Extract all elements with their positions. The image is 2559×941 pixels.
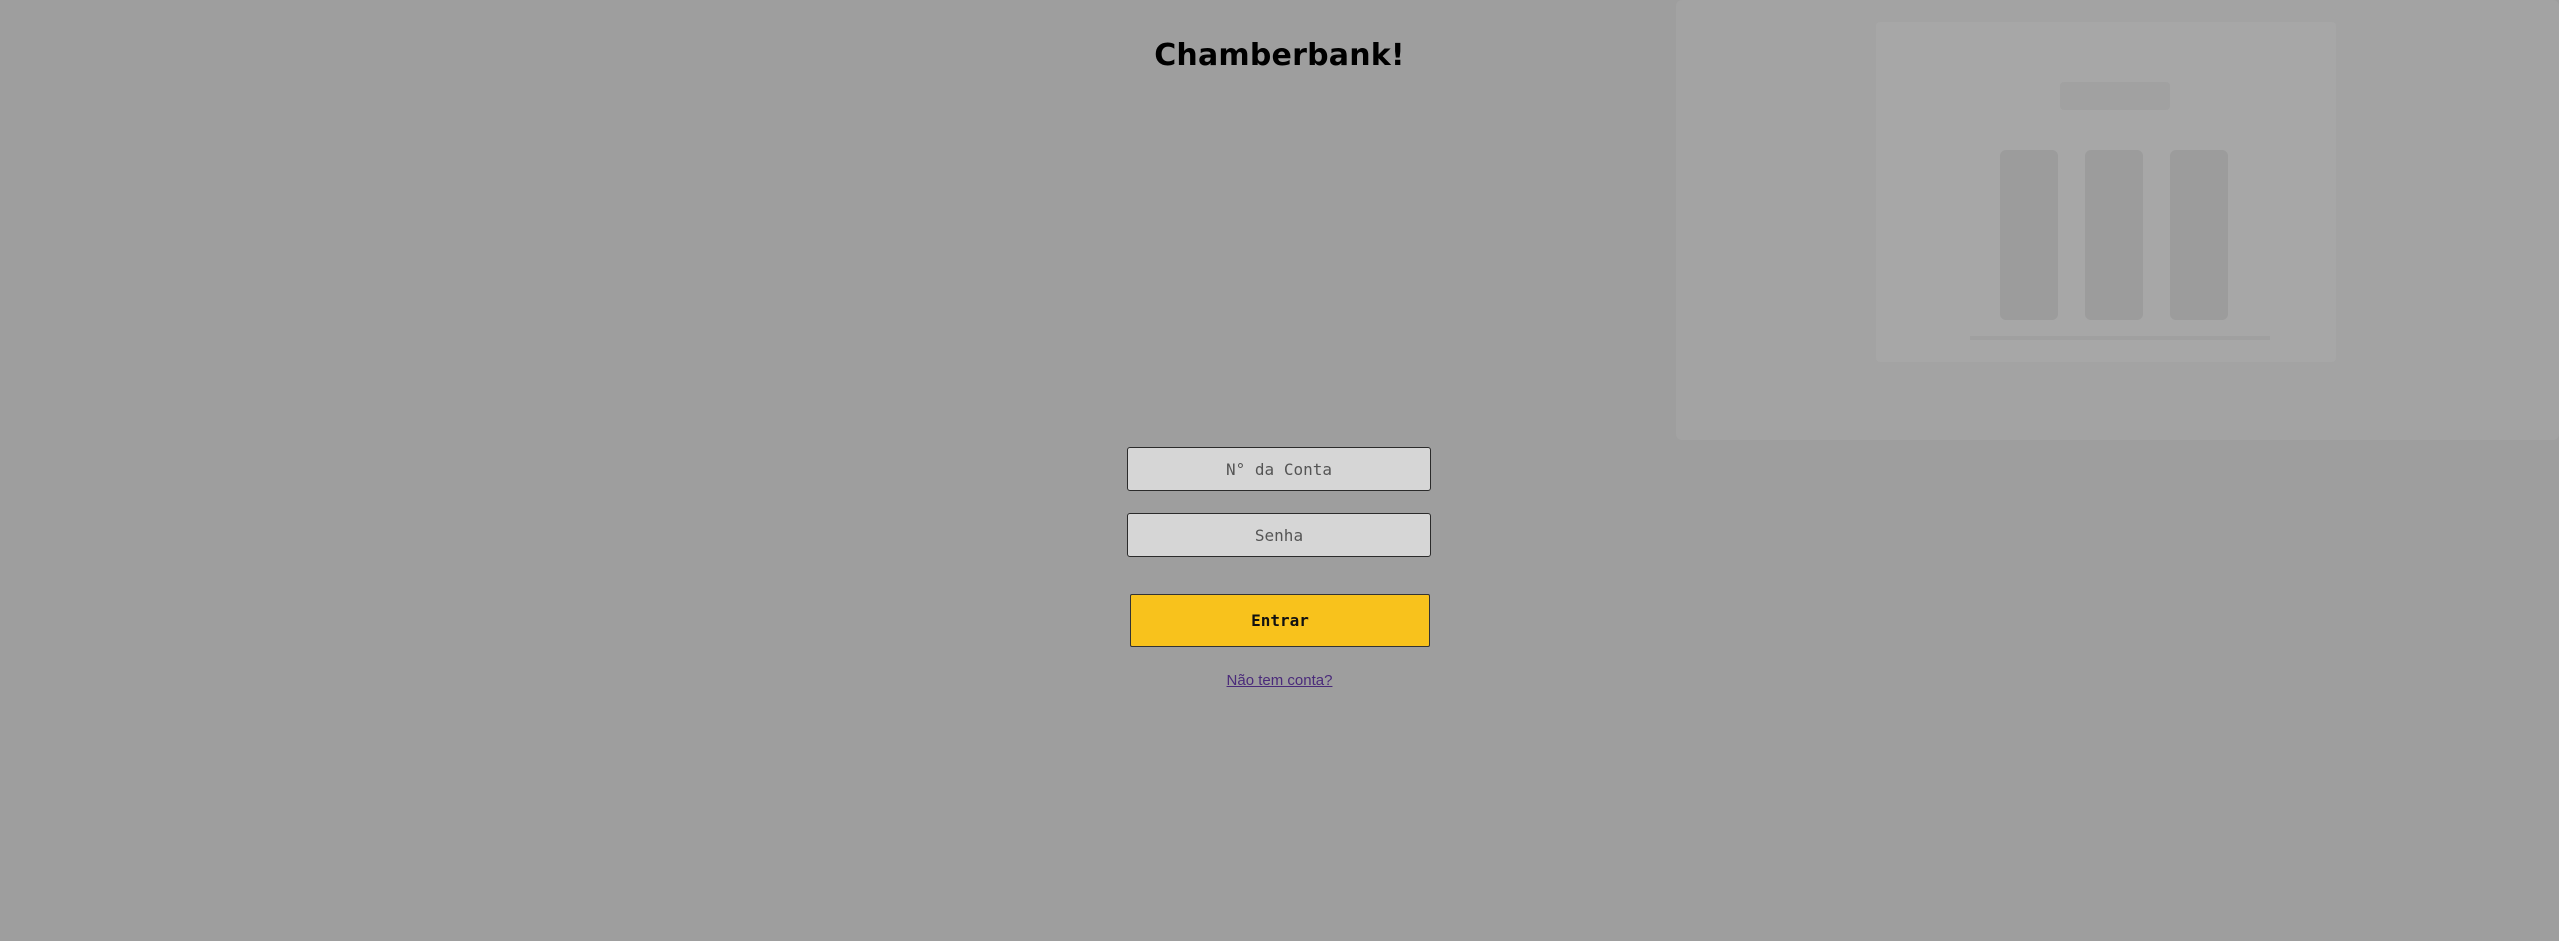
account-number-input[interactable] bbox=[1127, 447, 1431, 491]
signup-link-container: Não tem conta? bbox=[0, 672, 2559, 689]
login-button[interactable]: Entrar bbox=[1130, 594, 1430, 647]
password-input[interactable] bbox=[1127, 513, 1431, 557]
background-bar bbox=[2000, 150, 2058, 320]
background-divider bbox=[1970, 336, 2270, 340]
signup-link[interactable]: Não tem conta? bbox=[1227, 672, 1333, 689]
app-title: Chamberbank! bbox=[1154, 38, 1405, 74]
background-bar bbox=[2085, 150, 2143, 320]
background-bar bbox=[2170, 150, 2228, 320]
background-card-title bbox=[2060, 82, 2170, 110]
